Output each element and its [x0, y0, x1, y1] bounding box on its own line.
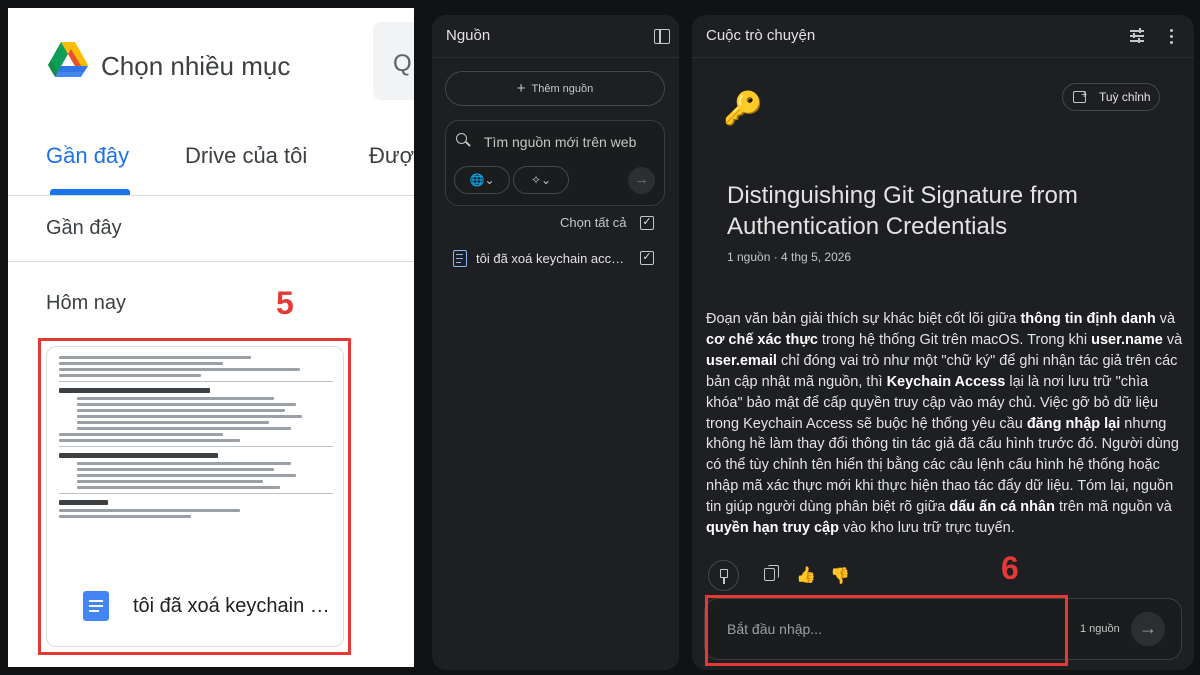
document-thumbnail — [47, 347, 343, 569]
sources-panel: Nguồn + Thêm nguồn Tìm nguồn mới trên web… — [432, 15, 679, 670]
conversation-panel: Cuộc trò chuyện 🔑 Tuỳ chỉnh Distinguishi… — [692, 15, 1194, 670]
file-card-footer: tôi đã xoá keychain access — [47, 579, 343, 639]
summary-text: và — [1155, 311, 1176, 327]
add-source-label: Thêm nguồn — [531, 83, 594, 95]
summary-bold-text: cơ chế xác thực — [706, 331, 818, 348]
file-card[interactable]: tôi đã xoá keychain access — [46, 346, 344, 647]
notebook-summary: Đoạn văn bản giải thích sự khác biệt cốt… — [706, 309, 1186, 539]
settings-sliders-icon[interactable] — [1130, 28, 1144, 43]
today-section-heading: Hôm nay — [46, 292, 127, 314]
recent-filter-heading[interactable]: Gần đây — [46, 217, 122, 240]
panel-divider — [432, 57, 679, 58]
add-source-button[interactable]: + Thêm nguồn — [445, 71, 665, 106]
summary-bold-text: đăng nhập lại — [1026, 415, 1121, 432]
doc-icon — [453, 250, 467, 267]
summary-bold-text: dấu ấn cá nhân — [949, 499, 1055, 516]
key-icon: 🔑 — [723, 90, 763, 126]
summary-text: và — [1162, 331, 1183, 348]
more-options-icon[interactable] — [1170, 29, 1174, 45]
summary-bold-text: Keychain Access — [886, 373, 1006, 390]
web-search-input[interactable]: Tìm nguồn mới trên web — [484, 134, 636, 150]
search-icon: Q — [393, 50, 412, 77]
customize-button[interactable]: Tuỳ chỉnh — [1062, 82, 1160, 111]
tab-divider — [8, 195, 414, 196]
sources-panel-title: Nguồn — [446, 27, 491, 44]
source-count-badge: 1 nguồn — [1080, 623, 1120, 635]
conversation-panel-title: Cuộc trò chuyện — [706, 27, 816, 44]
tab-my-drive[interactable]: Drive của tôi — [185, 143, 307, 169]
send-button[interactable]: → — [1131, 612, 1165, 646]
pin-icon — [720, 569, 728, 584]
step-marker-6: 6 — [1001, 550, 1019, 586]
response-actions: 👍 👎 — [708, 560, 868, 591]
plus-icon: + — [516, 80, 526, 97]
web-source-type-dropdown[interactable]: 🌐⌄ — [454, 166, 510, 194]
drive-picker-panel: Chọn nhiều mục Q Gần đây Drive của tôi Đ… — [8, 8, 414, 667]
save-to-note-button[interactable] — [708, 560, 739, 591]
web-source-search-box: Tìm nguồn mới trên web 🌐⌄ ✧⌄ → — [445, 120, 665, 206]
notebook-meta: 1 nguồn · 4 thg 5, 2026 — [727, 250, 852, 264]
collapse-panel-icon[interactable] — [654, 29, 670, 44]
summary-bold-text: user.name — [1091, 331, 1163, 348]
research-mode-dropdown[interactable]: ✧⌄ — [513, 166, 569, 194]
picker-title: Chọn nhiều mục — [101, 51, 291, 81]
summary-text: trong hệ thống Git trên macOS. Trong khi — [817, 331, 1092, 348]
google-drive-logo-icon — [48, 42, 88, 77]
copy-icon[interactable] — [764, 565, 779, 581]
source-checkbox[interactable]: ✓ — [640, 251, 654, 265]
step-marker-5: 5 — [276, 285, 294, 321]
section-divider — [8, 261, 414, 262]
summary-text: Đoạn văn bản giải thích sự khác biệt cốt… — [706, 311, 1021, 327]
google-docs-icon — [83, 591, 109, 621]
thumbs-up-icon[interactable]: 👍 — [796, 565, 816, 585]
web-search-submit-button[interactable]: → — [628, 167, 655, 194]
select-all-label: Chọn tất cả — [560, 215, 627, 230]
search-icon — [456, 133, 467, 144]
tab-recent[interactable]: Gần đây — [46, 143, 129, 169]
thumbs-down-icon[interactable]: 👎 — [830, 566, 850, 586]
tab-shared-with-me[interactable]: Được — [369, 143, 414, 169]
summary-text: trên mã nguồn và — [1054, 499, 1172, 516]
summary-bold-text: quyền hạn truy cập — [706, 520, 839, 537]
summary-bold-text: user.email — [706, 352, 777, 369]
file-name: tôi đã xoá keychain access — [133, 595, 333, 617]
drive-search-button[interactable]: Q — [373, 22, 414, 100]
summary-bold-text: thông tin định danh — [1020, 311, 1156, 327]
summary-text: vào kho lưu trữ trực tuyến. — [838, 520, 1015, 537]
source-name: tôi đã xoá keychain access — [476, 251, 629, 266]
customize-label: Tuỳ chỉnh — [1099, 90, 1151, 104]
add-image-icon — [1073, 82, 1087, 108]
composer-highlight-box — [705, 595, 1068, 666]
notebook-title: Distinguishing Git Signature from Authen… — [727, 182, 1078, 240]
screenshot-root: Chọn nhiều mục Q Gần đây Drive của tôi Đ… — [0, 0, 1200, 675]
select-all-checkbox[interactable]: ✓ — [640, 216, 654, 230]
panel-divider — [692, 57, 1194, 58]
